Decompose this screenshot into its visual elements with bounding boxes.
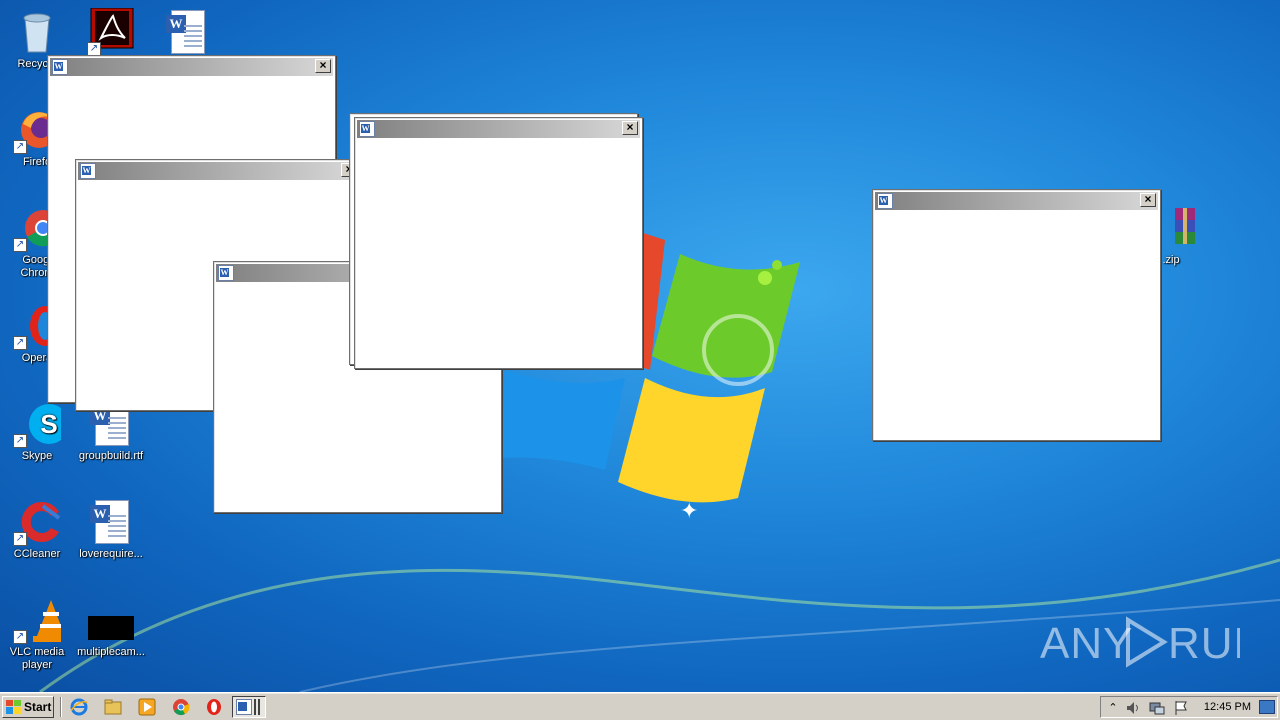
show-hidden-icons-chevron-icon[interactable]: ⌃ bbox=[1105, 700, 1121, 716]
word-app-icon bbox=[359, 121, 375, 137]
windows-flag-icon bbox=[6, 700, 21, 714]
word-app-icon bbox=[218, 265, 234, 281]
word-document-icon: W bbox=[87, 498, 135, 546]
chrome-icon[interactable] bbox=[172, 698, 190, 716]
stack-indicator bbox=[254, 699, 256, 715]
desktop-icon-label: CCleaner bbox=[13, 548, 61, 560]
vlc-icon: ↗ bbox=[13, 596, 69, 644]
shortcut-arrow-icon: ↗ bbox=[13, 238, 27, 252]
desktop-icon-acrobat[interactable]: ↗ bbox=[74, 7, 148, 58]
shortcut-arrow-icon: ↗ bbox=[13, 532, 27, 546]
taskbar-separator bbox=[60, 697, 62, 717]
svg-text:ANY: ANY bbox=[1040, 619, 1133, 668]
window-titlebar[interactable]: × bbox=[875, 192, 1158, 210]
close-button[interactable]: × bbox=[622, 121, 638, 135]
desktop-icon-vlc[interactable]: ↗ VLC media player bbox=[0, 596, 74, 672]
shortcut-arrow-icon: ↗ bbox=[13, 630, 27, 644]
window-body bbox=[357, 138, 640, 366]
desktop: ✦ Recycle ↗ Firefo ↗ Googl Chrom ↗ Opera… bbox=[0, 0, 1280, 692]
network-icon[interactable] bbox=[1149, 700, 1165, 716]
popup-window[interactable]: × bbox=[354, 117, 643, 369]
folder-icon[interactable] bbox=[104, 698, 122, 716]
close-button[interactable]: × bbox=[1140, 193, 1156, 207]
desktop-icon-ccleaner[interactable]: ↗ CCleaner bbox=[0, 498, 74, 561]
desktop-icon-label: .zip bbox=[1162, 254, 1180, 266]
word-app-icon bbox=[236, 699, 252, 715]
internet-explorer-icon[interactable] bbox=[70, 698, 88, 716]
desktop-icon-label: groupbuild.rtf bbox=[78, 450, 144, 462]
word-document-icon: W bbox=[163, 8, 211, 56]
action-center-flag-icon[interactable] bbox=[1173, 700, 1189, 716]
desktop-icon-label: VLC media bbox=[9, 646, 65, 658]
shortcut-arrow-icon: ↗ bbox=[13, 434, 27, 448]
window-body bbox=[875, 210, 1158, 438]
stack-indicator bbox=[258, 699, 260, 715]
taskbar-word-group-button[interactable] bbox=[232, 696, 266, 718]
window-titlebar[interactable]: × bbox=[50, 58, 333, 76]
recycle-bin-icon bbox=[13, 8, 61, 56]
shortcut-arrow-icon: ↗ bbox=[87, 42, 101, 56]
skype-icon: S ↗ bbox=[13, 400, 69, 448]
black-file-icon bbox=[87, 596, 135, 644]
shortcut-arrow-icon: ↗ bbox=[13, 140, 27, 154]
shortcut-arrow-icon: ↗ bbox=[13, 336, 27, 350]
window-titlebar[interactable]: × bbox=[357, 120, 640, 138]
system-tray: ⌃ 12:45 PM bbox=[1100, 696, 1278, 718]
desktop-icon-label: loverequire... bbox=[79, 548, 143, 560]
svg-text:RUN: RUN bbox=[1168, 619, 1240, 668]
desktop-icon-multiplecam[interactable]: multiplecam... bbox=[74, 596, 148, 659]
desktop-icon-word-doc[interactable]: W bbox=[150, 8, 224, 58]
start-label: Start bbox=[24, 700, 52, 714]
volume-icon[interactable] bbox=[1125, 700, 1141, 716]
anyrun-watermark: ANY RUN bbox=[1040, 610, 1265, 670]
show-desktop-icon[interactable] bbox=[1259, 700, 1275, 714]
desktop-icon-label: Skype bbox=[21, 450, 53, 462]
ccleaner-icon: ↗ bbox=[13, 498, 61, 546]
popup-window[interactable]: × bbox=[872, 189, 1161, 441]
word-app-icon bbox=[52, 59, 68, 75]
close-button[interactable]: × bbox=[315, 59, 331, 73]
svg-text:S: S bbox=[40, 409, 57, 439]
window-titlebar[interactable]: × bbox=[78, 162, 359, 180]
desktop-icon-loverequire[interactable]: W loverequire... bbox=[74, 498, 148, 561]
taskbar: Start ⌃ 12:45 PM bbox=[0, 692, 1280, 720]
opera-icon[interactable] bbox=[205, 698, 223, 716]
media-player-icon[interactable] bbox=[138, 698, 156, 716]
acrobat-reader-icon: ↗ bbox=[87, 7, 135, 56]
word-app-icon bbox=[877, 193, 893, 209]
desktop-icon-skype[interactable]: S ↗ Skype bbox=[0, 400, 74, 463]
svg-text:✦: ✦ bbox=[680, 499, 698, 524]
desktop-icon-label-line2: player bbox=[22, 659, 52, 671]
word-app-icon bbox=[80, 163, 96, 179]
desktop-icon-label: multiplecam... bbox=[77, 646, 145, 658]
system-clock[interactable]: 12:45 PM bbox=[1204, 697, 1251, 717]
start-button[interactable]: Start bbox=[2, 696, 54, 718]
